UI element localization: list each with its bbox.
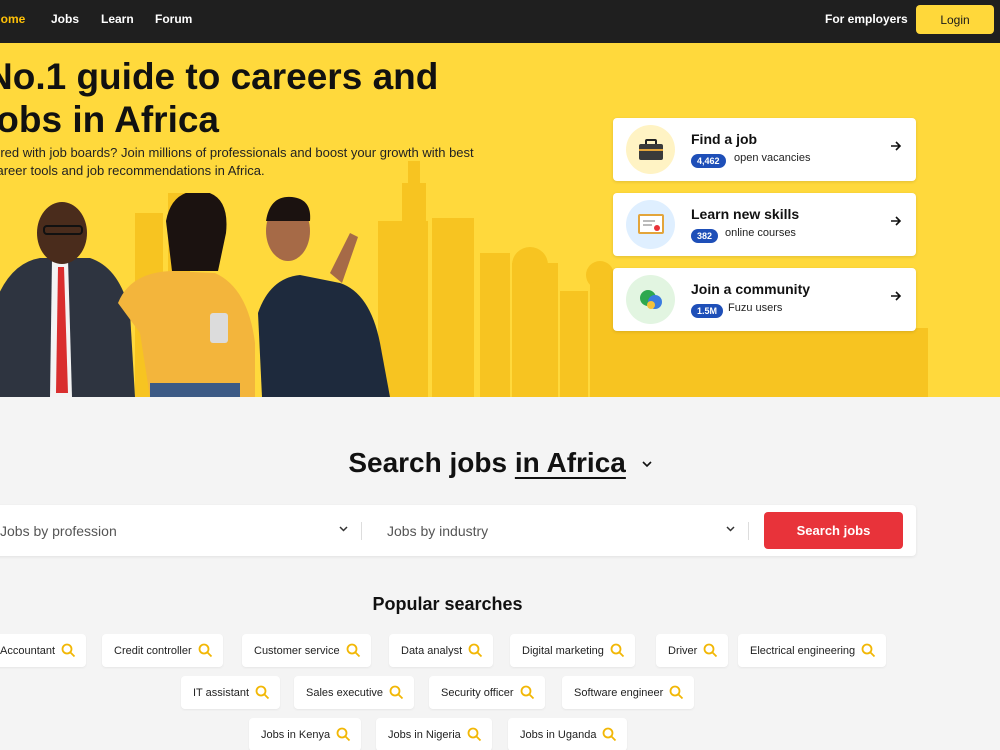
- select-divider: [361, 522, 362, 540]
- nav-learn[interactable]: Learn: [101, 12, 134, 26]
- select-divider: [748, 522, 749, 540]
- card-title: Find a job: [691, 131, 758, 147]
- chip-accountant[interactable]: Accountant: [0, 634, 87, 667]
- search-icon: [610, 643, 625, 658]
- search-icon: [468, 643, 483, 658]
- chevron-down-icon: [339, 526, 348, 532]
- location-selector[interactable]: in Africa: [515, 447, 626, 478]
- search-icon: [389, 685, 404, 700]
- chip-label: Sales executive: [306, 686, 384, 699]
- chip-electrical-engineering[interactable]: Electrical engineering: [738, 634, 887, 667]
- search-icon: [467, 727, 481, 742]
- search-title: Search jobs in Africa: [0, 447, 1000, 479]
- chip-label: Jobs in Nigeria: [388, 728, 461, 741]
- chevron-down-icon: [726, 526, 735, 532]
- chip-label: Driver: [668, 644, 698, 657]
- chip-jobs-in-uganda[interactable]: Jobs in Uganda: [508, 718, 628, 750]
- chip-label: Jobs in Kenya: [261, 728, 331, 741]
- nav-jobs[interactable]: Jobs: [51, 12, 79, 26]
- hero-title: No.1 guide to careers and jobs in Africa: [0, 55, 546, 141]
- chip-it-assistant[interactable]: IT assistant: [181, 676, 281, 709]
- chip-label: Digital marketing: [522, 644, 604, 657]
- chip-jobs-in-kenya[interactable]: Jobs in Kenya: [249, 718, 362, 750]
- nav-forum[interactable]: Forum: [155, 12, 192, 26]
- chip-driver[interactable]: Driver: [656, 634, 729, 667]
- card-meta: online courses: [725, 227, 796, 239]
- search-jobs-button[interactable]: Search jobs: [764, 512, 903, 549]
- chip-sales-executive[interactable]: Sales executive: [294, 676, 415, 709]
- people-illustration: [0, 193, 390, 397]
- chip-label: Accountant: [0, 644, 56, 657]
- chip-label: Software engineer: [574, 686, 664, 699]
- chip-software-engineer[interactable]: Software engineer: [562, 676, 695, 709]
- hero-subtitle-line2: career tools and job recommendations in …: [0, 163, 265, 178]
- chip-label: Electrical engineering: [750, 644, 856, 657]
- search-icon: [336, 727, 351, 742]
- chip-label: Security officer: [441, 686, 514, 699]
- industry-select[interactable]: Jobs by industry: [387, 505, 735, 556]
- chip-security-officer[interactable]: Security officer: [429, 676, 545, 709]
- hero-subtitle: Tired with job boards? Join millions of …: [0, 144, 510, 180]
- arrow-right-icon: [891, 291, 902, 301]
- chip-jobs-in-nigeria[interactable]: Jobs in Nigeria: [376, 718, 492, 750]
- search-icon: [603, 727, 617, 742]
- popular-searches-title: Popular searches: [372, 594, 523, 614]
- chip-label: IT assistant: [193, 686, 250, 699]
- industry-select-label: Jobs by industry: [387, 522, 489, 539]
- certificate-icon: [626, 200, 675, 249]
- hero-title-line1: No.1 guide to careers and: [0, 56, 439, 97]
- for-employers-link[interactable]: For employers: [825, 12, 908, 26]
- card-title: Learn new skills: [691, 206, 800, 222]
- hero-section: No.1 guide to careers and jobs in Africa…: [0, 43, 1000, 397]
- search-icon: [861, 643, 876, 658]
- login-button[interactable]: Login: [916, 5, 994, 34]
- card-meta: Fuzu users: [728, 302, 783, 314]
- hero-title-line2: jobs in Africa: [0, 99, 220, 140]
- chip-label: Data analyst: [401, 644, 463, 657]
- search-title-prefix: Search jobs: [348, 447, 508, 478]
- card-join-community[interactable]: Join a community 1.5M Fuzu users: [613, 268, 916, 331]
- search-icon: [61, 643, 76, 658]
- briefcase-icon: [626, 125, 675, 174]
- arrow-right-icon: [891, 141, 902, 151]
- count-badge: 382: [691, 229, 719, 243]
- count-badge: 4,462: [691, 154, 726, 168]
- chip-label: Jobs in Uganda: [520, 728, 597, 741]
- profession-select-label: Jobs by profession: [0, 522, 117, 539]
- profession-select[interactable]: Jobs by profession: [0, 505, 348, 556]
- search-icon: [520, 685, 534, 700]
- card-title: Join a community: [691, 281, 811, 297]
- chip-customer-service[interactable]: Customer service: [242, 634, 371, 667]
- search-icon: [255, 685, 270, 700]
- search-icon: [703, 643, 718, 658]
- chip-label: Credit controller: [114, 644, 192, 657]
- search-icon: [669, 685, 684, 700]
- search-icon: [346, 643, 360, 658]
- search-bar: Jobs by profession Jobs by industry Sear…: [0, 505, 916, 556]
- chip-credit-controller[interactable]: Credit controller: [102, 634, 223, 667]
- nav-home[interactable]: Home: [0, 12, 25, 26]
- chevron-down-icon[interactable]: [642, 461, 652, 468]
- chip-label: Customer service: [254, 644, 340, 657]
- chat-icon: [626, 275, 675, 324]
- top-nav: Home Jobs Learn Forum For employers Logi…: [0, 0, 1000, 43]
- arrow-right-icon: [891, 216, 902, 226]
- search-icon: [198, 643, 212, 658]
- chip-data-analyst[interactable]: Data analyst: [389, 634, 494, 667]
- card-learn-skills[interactable]: Learn new skills 382 online courses: [613, 193, 916, 256]
- card-find-job[interactable]: Find a job 4,462 open vacancies: [613, 118, 916, 181]
- card-meta: open vacancies: [734, 152, 811, 164]
- chip-digital-marketing[interactable]: Digital marketing: [510, 634, 635, 667]
- hero-subtitle-line1: Tired with job boards? Join millions of …: [0, 145, 474, 160]
- count-badge: 1.5M: [691, 304, 724, 318]
